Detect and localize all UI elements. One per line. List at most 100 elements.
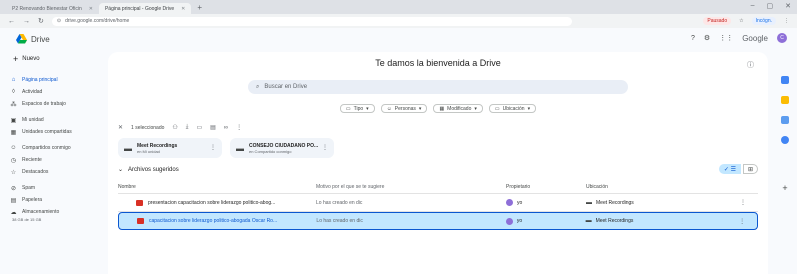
sidebar-item-trash[interactable]: ▤ Papelera bbox=[6, 194, 106, 206]
help-icon[interactable]: ? bbox=[691, 35, 695, 42]
people-icon: ☺ bbox=[386, 105, 392, 112]
new-button[interactable]: + Nuevo bbox=[8, 52, 48, 66]
reload-icon[interactable]: ↻ bbox=[38, 17, 44, 25]
download-icon[interactable]: ⤓ bbox=[186, 124, 189, 131]
sidebar-item-activity[interactable]: ◊ Actividad bbox=[6, 86, 106, 98]
more-vert-icon[interactable]: ⋮ bbox=[322, 144, 328, 151]
more-vert-icon[interactable]: ⋮ bbox=[210, 144, 216, 151]
owner-avatar bbox=[506, 199, 513, 206]
sidebar-item-shared-drives[interactable]: ▦ Unidades compartidas bbox=[6, 126, 106, 138]
chevron-down-icon: ▾ bbox=[527, 105, 531, 112]
filter-chips: ▭ Tipo ▾ ☺ Personas ▾ ▦ Modificado ▾ ▭ U… bbox=[108, 104, 768, 113]
more-vert-icon[interactable]: ⋮ bbox=[236, 124, 242, 131]
drive-logo[interactable]: Drive bbox=[16, 34, 50, 44]
close-tab-icon[interactable]: ✕ bbox=[89, 6, 93, 12]
add-app-plus-icon[interactable]: + bbox=[782, 184, 787, 193]
file-location: Meet Recordings bbox=[595, 218, 634, 224]
info-icon[interactable]: ⓘ bbox=[747, 60, 754, 70]
new-tab-button[interactable]: + bbox=[191, 3, 208, 14]
sidebar-item-label: Papelera bbox=[22, 197, 43, 203]
sidebar-item-shared-with-me[interactable]: ☺ Compartidos conmigo bbox=[6, 142, 106, 154]
search-icon: ⌕ bbox=[256, 83, 260, 90]
filter-type-chip[interactable]: ▭ Tipo ▾ bbox=[339, 104, 375, 113]
folder-location: en Compartido conmigo bbox=[249, 148, 292, 154]
link-icon[interactable]: ∞ bbox=[224, 125, 228, 131]
search-placeholder: Buscar en Drive bbox=[264, 84, 308, 90]
grid-view-button[interactable]: ⊞ bbox=[742, 164, 758, 174]
drive-logo-icon bbox=[16, 34, 27, 44]
browser-toolbar: ← → ↻ ⊙ drive.google.com/drive/home Paus… bbox=[0, 14, 797, 28]
sidebar-item-label: Mi unidad bbox=[22, 117, 44, 123]
tasks-app-icon[interactable] bbox=[781, 116, 789, 124]
filter-people-chip[interactable]: ☺ Personas ▾ bbox=[380, 104, 428, 113]
folder-location: en Mi unidad bbox=[137, 148, 160, 154]
list-view-button[interactable]: ✓ ☰ bbox=[718, 164, 741, 174]
paused-badge[interactable]: Pausado bbox=[703, 17, 732, 25]
share-person-icon[interactable]: ⚇ bbox=[172, 124, 177, 131]
close-window-icon[interactable]: ✕ bbox=[785, 2, 791, 10]
keep-app-icon[interactable] bbox=[781, 96, 789, 104]
chevron-down-icon: ⌄ bbox=[118, 167, 124, 173]
profile-button[interactable]: Incógn. bbox=[751, 17, 776, 25]
browser-tabstrip: P2 Renovando Bienestar Oficin ✕ Página p… bbox=[0, 0, 797, 14]
sidebar-item-my-drive[interactable]: ▣ Mi unidad bbox=[6, 114, 106, 126]
browser-tab-active[interactable]: Página principal - Google Drive ✕ bbox=[98, 3, 192, 14]
recent-icon: ◷ bbox=[10, 157, 17, 164]
chevron-down-icon: ▾ bbox=[474, 105, 477, 112]
sidebar-item-spam[interactable]: ⊘ Spam bbox=[6, 182, 106, 194]
site-info-icon[interactable]: ⊙ bbox=[57, 18, 61, 24]
more-vert-icon[interactable]: ⋮ bbox=[728, 199, 758, 206]
drive-app: Drive ? ⚙ ⋮⋮ Google C + Nuevo ⌂ Página p… bbox=[0, 28, 797, 274]
settings-gear-icon[interactable]: ⚙ bbox=[704, 34, 710, 42]
suggested-files-toggle[interactable]: ⌄ Archivos sugeridos bbox=[118, 166, 179, 174]
spam-icon: ⊘ bbox=[10, 185, 17, 192]
browser-right-controls: Pausado ☆ Incógn. ⋮ bbox=[703, 17, 789, 25]
suggested-folders: ▬ Meet Recordings en Mi unidad ⋮ ▬ CONSE… bbox=[118, 138, 334, 158]
back-icon[interactable]: ← bbox=[8, 18, 15, 25]
sidebar-item-workspaces[interactable]: ⁂ Espacios de trabajo bbox=[6, 98, 106, 110]
calendar-app-icon[interactable] bbox=[781, 76, 789, 84]
file-type-icon: ▭ bbox=[345, 105, 351, 112]
sidebar-item-starred[interactable]: ☆ Destacados bbox=[6, 166, 106, 178]
forward-icon[interactable]: → bbox=[23, 18, 30, 25]
search-input[interactable]: ⌕ Buscar en Drive bbox=[248, 80, 628, 94]
file-location: Meet Recordings bbox=[596, 199, 634, 206]
filter-modified-chip[interactable]: ▦ Modificado ▾ bbox=[433, 104, 483, 113]
apps-grid-icon[interactable]: ⋮⋮ bbox=[719, 34, 733, 42]
table-row-selected[interactable]: capacitacion sobre liderazgo politico-ab… bbox=[118, 212, 758, 230]
main-panel: Te damos la bienvenida a Drive ⓘ ⌕ Busca… bbox=[108, 52, 768, 274]
sidebar-item-home[interactable]: ⌂ Página principal bbox=[6, 74, 106, 86]
minimize-icon[interactable]: – bbox=[751, 2, 755, 10]
bookmark-star-icon[interactable]: ☆ bbox=[739, 18, 743, 24]
owner-name: yo bbox=[516, 218, 523, 224]
folder-icon: ▬ bbox=[124, 143, 132, 153]
tab-title: P2 Renovando Bienestar Oficin bbox=[12, 5, 82, 12]
browser-tab[interactable]: P2 Renovando Bienestar Oficin ✕ bbox=[6, 3, 99, 14]
contacts-app-icon[interactable] bbox=[781, 136, 789, 144]
sidebar-nav: ⌂ Página principal ◊ Actividad ⁂ Espacio… bbox=[6, 74, 106, 222]
suggestion-reason: Lo has creado en dic bbox=[316, 199, 363, 206]
folder-card[interactable]: ▬ Meet Recordings en Mi unidad ⋮ bbox=[118, 138, 222, 158]
more-vert-icon[interactable]: ⋮ bbox=[727, 218, 757, 225]
trash-icon[interactable]: ▤ bbox=[210, 124, 216, 131]
filter-location-chip[interactable]: ▭ Ubicación ▾ bbox=[488, 104, 537, 113]
column-reason: Motivo por el que se te sugiere bbox=[316, 183, 385, 190]
sidebar-item-recent[interactable]: ◷ Reciente bbox=[6, 154, 106, 166]
close-tab-icon[interactable]: ✕ bbox=[181, 6, 185, 12]
clear-selection-icon[interactable]: ✕ bbox=[118, 124, 123, 131]
chip-label: Ubicación bbox=[502, 105, 525, 112]
home-icon: ⌂ bbox=[11, 77, 16, 83]
header-actions: ? ⚙ ⋮⋮ Google C bbox=[691, 33, 787, 43]
account-avatar[interactable]: C bbox=[777, 33, 787, 43]
storage-usage: 38 GB de 15 GB bbox=[12, 217, 42, 222]
pdf-file-icon bbox=[136, 199, 143, 206]
folder-icon: ▬ bbox=[586, 199, 592, 206]
table-row[interactable]: presentacion capacitacion sobre liderazg… bbox=[118, 194, 758, 212]
address-bar[interactable]: ⊙ drive.google.com/drive/home bbox=[51, 16, 572, 26]
folder-card[interactable]: ▬ CONSEJO CIUDADANO PO... en Compartido … bbox=[230, 138, 334, 158]
move-folder-icon[interactable]: ▭ bbox=[196, 124, 202, 131]
maximize-icon[interactable]: ▢ bbox=[767, 2, 774, 10]
browser-menu-icon[interactable]: ⋮ bbox=[784, 18, 789, 24]
column-name[interactable]: Nombre bbox=[118, 184, 308, 190]
sidebar-item-label: Destacados bbox=[22, 169, 49, 175]
